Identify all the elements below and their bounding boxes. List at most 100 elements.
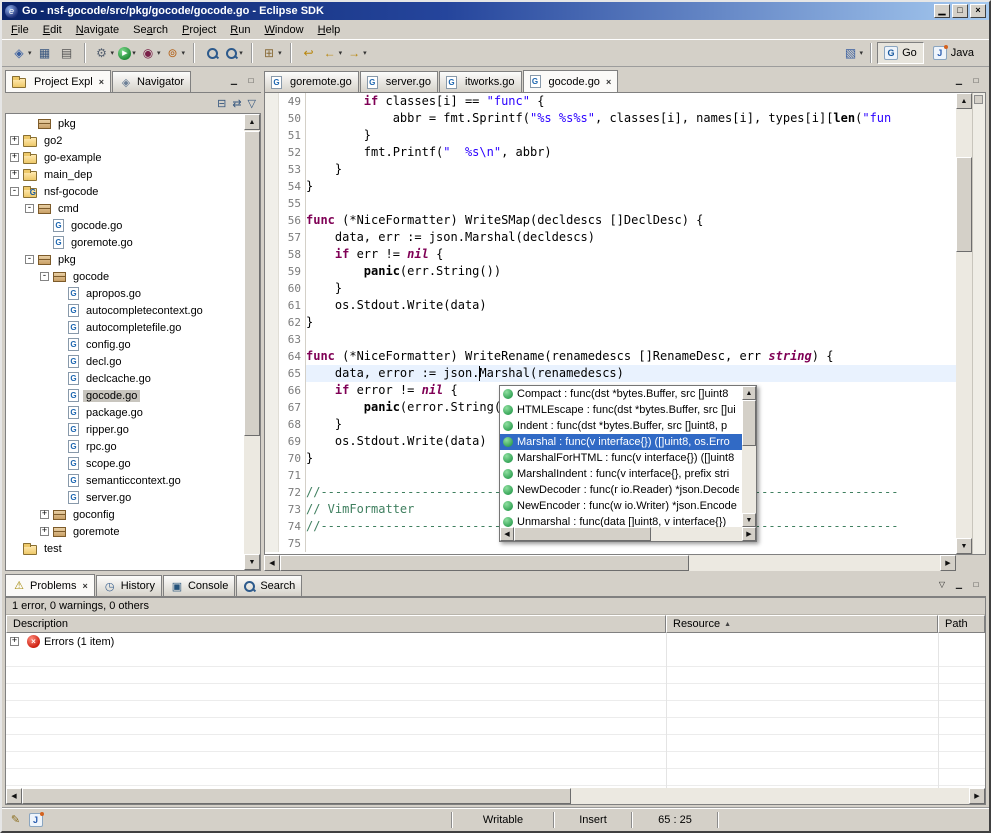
back-dropdown-icon[interactable]: ▾: [339, 49, 343, 57]
expand-icon[interactable]: +: [10, 637, 19, 646]
tree-item-go2[interactable]: +go2: [6, 132, 244, 149]
tree-item-cmd[interactable]: -cmd: [6, 200, 244, 217]
code-text[interactable]: data, error := json.Marshal(renamedescs): [306, 365, 956, 382]
tree-item-nsf-gocode[interactable]: -nsf-gocode: [6, 183, 244, 200]
code-text[interactable]: os.Stdout.Write(data): [306, 297, 956, 314]
external-tools-dropdown-icon[interactable]: ▾: [182, 49, 186, 57]
view-menu-icon[interactable]: ▽: [248, 97, 256, 110]
autocomplete-item-indent[interactable]: Indent : func(dst *bytes.Buffer, src []u…: [500, 418, 742, 434]
menu-search[interactable]: Search: [126, 22, 175, 38]
autocomplete-item-marshal[interactable]: Marshal : func(v interface{}) ([]uint8, …: [500, 434, 742, 450]
run-button[interactable]: ▶▾: [116, 42, 138, 64]
collapse-all-icon[interactable]: ⊟: [217, 97, 226, 110]
view-tab-navigator[interactable]: ◈Navigator: [112, 71, 191, 92]
new-go-element-dropdown-icon[interactable]: ▾: [278, 49, 282, 57]
menu-edit[interactable]: Edit: [36, 22, 69, 38]
close-window-button[interactable]: ×: [970, 4, 986, 18]
editor-vertical-scrollbar[interactable]: ▲ ▼: [956, 93, 972, 554]
tree-item-ripper-go[interactable]: ripper.go: [6, 421, 244, 438]
minimize-view-icon[interactable]: ▁: [227, 75, 241, 87]
code-text[interactable]: data, err := json.Marshal(decldescs): [306, 229, 956, 246]
code-text[interactable]: [306, 195, 956, 212]
code-text[interactable]: abbr = fmt.Sprintf("%s %s%s", classes[i]…: [306, 110, 956, 127]
search-menu-button[interactable]: ▾: [223, 42, 245, 64]
tree-item-goremote[interactable]: +goremote: [6, 523, 244, 540]
autocomplete-item-unmarshal[interactable]: Unmarshal : func(data []uint8, v interfa…: [500, 514, 742, 527]
menu-run[interactable]: Run: [223, 22, 257, 38]
tree-item-gocode[interactable]: -gocode: [6, 268, 244, 285]
maximize-view-icon[interactable]: □: [969, 579, 983, 591]
profile-button[interactable]: ◉▾: [138, 42, 163, 64]
menu-window[interactable]: Window: [257, 22, 310, 38]
fast-view-icon[interactable]: ✎: [7, 811, 24, 828]
editor-hscroll-thumb[interactable]: [280, 555, 689, 571]
autocomplete-item-marshalindent[interactable]: MarshalIndent : func(v interface{}, pref…: [500, 466, 742, 482]
open-perspective-button[interactable]: ▧ ▾: [841, 42, 866, 64]
editor-vscroll-thumb[interactable]: [956, 157, 972, 252]
go-perspective-button[interactable]: GGo: [877, 42, 924, 64]
titlebar[interactable]: e Go - nsf-gocode/src/pkg/gocode/gocode.…: [2, 2, 989, 20]
forward-dropdown-icon[interactable]: ▾: [363, 49, 367, 57]
tree-item-goremote-go[interactable]: goremote.go: [6, 234, 244, 251]
tree-scroll-track[interactable]: [244, 130, 260, 554]
scroll-left-icon[interactable]: ◀: [264, 555, 280, 571]
scroll-down-icon[interactable]: ▼: [742, 513, 756, 527]
tree-item-pkg[interactable]: -pkg: [6, 251, 244, 268]
close-tab-icon[interactable]: ×: [82, 581, 87, 591]
java-trim-icon[interactable]: J: [27, 811, 44, 828]
tree-item-autocompletefile-go[interactable]: autocompletefile.go: [6, 319, 244, 336]
tree-item-config-go[interactable]: config.go: [6, 336, 244, 353]
tree-item-declcache-go[interactable]: declcache.go: [6, 370, 244, 387]
last-edit-location-button[interactable]: ↩: [298, 42, 320, 64]
autocomplete-item-compact[interactable]: Compact : func(dst *bytes.Buffer, src []…: [500, 386, 742, 402]
tree-item-decl-go[interactable]: decl.go: [6, 353, 244, 370]
code-text[interactable]: }: [306, 280, 956, 297]
scroll-up-icon[interactable]: ▲: [244, 114, 260, 130]
view-tab-project-expl[interactable]: Project Expl×: [5, 70, 111, 92]
external-tools-button[interactable]: ⊚▾: [163, 42, 188, 64]
collapse-icon[interactable]: -: [40, 272, 49, 281]
column-header-path[interactable]: Path: [938, 615, 985, 633]
scroll-left-icon[interactable]: ◀: [500, 527, 514, 541]
popup-horizontal-scrollbar[interactable]: ◀ ▶: [500, 527, 756, 541]
maximize-editor-icon[interactable]: □: [969, 75, 983, 87]
tree-item-gocode-go[interactable]: gocode.go: [6, 217, 244, 234]
view-menu-icon[interactable]: ▽: [935, 579, 949, 591]
popup-vscroll-thumb[interactable]: [742, 400, 756, 446]
tree-item-go-example[interactable]: +go-example: [6, 149, 244, 166]
scroll-right-icon[interactable]: ▶: [969, 788, 985, 804]
editor-vscroll-track[interactable]: [956, 109, 972, 538]
code-text[interactable]: }: [306, 127, 956, 144]
tree-scroll-thumb[interactable]: [244, 131, 260, 436]
code-text[interactable]: fmt.Printf(" %s\n", abbr): [306, 144, 956, 161]
view-tab-console[interactable]: ▣Console: [163, 575, 235, 596]
menu-file[interactable]: File: [4, 22, 36, 38]
tree-item-gocode-go[interactable]: gocode.go: [6, 387, 244, 404]
code-text[interactable]: [306, 331, 956, 348]
view-tab-problems[interactable]: ⚠Problems×: [5, 574, 95, 596]
tree-item-scope-go[interactable]: scope.go: [6, 455, 244, 472]
editor-horizontal-scrollbar[interactable]: ◀ ▶: [264, 555, 986, 571]
code-text[interactable]: if err != nil {: [306, 246, 956, 263]
expand-icon[interactable]: +: [10, 136, 19, 145]
search-menu-dropdown-icon[interactable]: ▾: [239, 49, 243, 57]
back-button[interactable]: ←▾: [320, 42, 345, 64]
maximize-view-icon[interactable]: □: [244, 75, 258, 87]
tree-item-rpc-go[interactable]: rpc.go: [6, 438, 244, 455]
popup-vertical-scrollbar[interactable]: ▲ ▼: [742, 386, 756, 527]
open-perspective-dropdown[interactable]: ▾: [860, 49, 864, 57]
close-tab-icon[interactable]: ×: [606, 77, 611, 87]
minimize-view-icon[interactable]: ▁: [952, 579, 966, 591]
code-text[interactable]: if classes[i] == "func" {: [306, 93, 956, 110]
menu-help[interactable]: Help: [311, 22, 348, 38]
debug-button[interactable]: ⚙▾: [92, 42, 117, 64]
save-button[interactable]: ▦: [34, 42, 56, 64]
tree-item-package-go[interactable]: package.go: [6, 404, 244, 421]
scroll-up-icon[interactable]: ▲: [742, 386, 756, 400]
expand-icon[interactable]: +: [10, 170, 19, 179]
run-dropdown-icon[interactable]: ▾: [132, 49, 136, 57]
problems-hscroll-track[interactable]: [22, 788, 969, 804]
editor-hscroll-track[interactable]: [280, 555, 940, 571]
close-tab-icon[interactable]: ×: [99, 77, 104, 87]
code-text[interactable]: func (*NiceFormatter) WriteSMap(decldesc…: [306, 212, 956, 229]
